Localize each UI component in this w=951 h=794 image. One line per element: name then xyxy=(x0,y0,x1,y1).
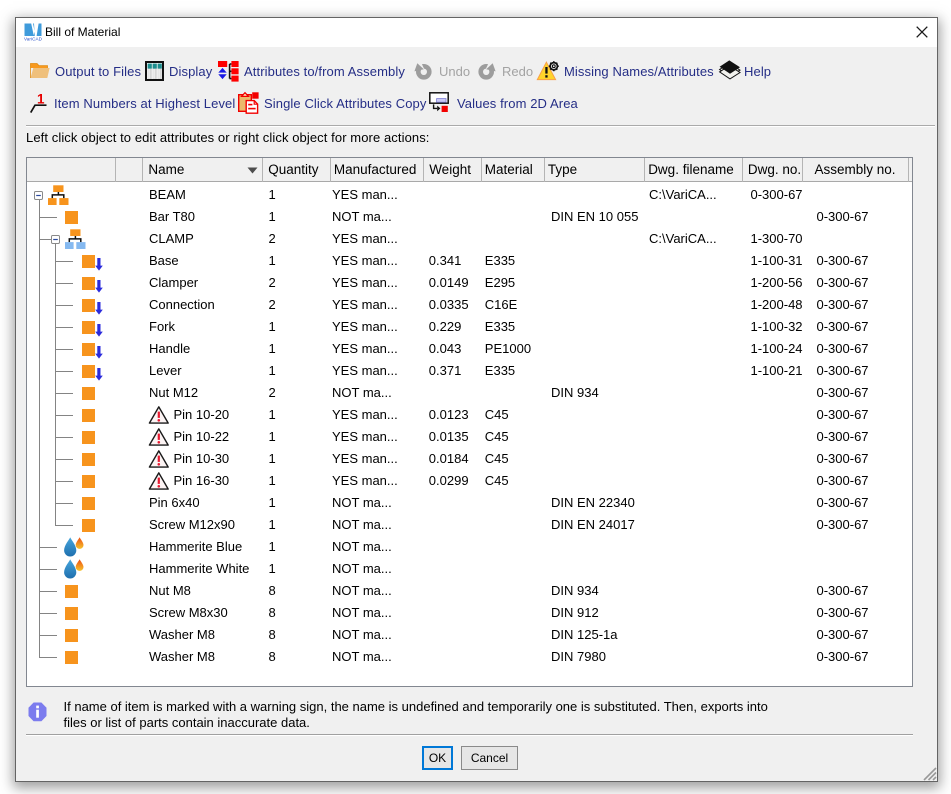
svg-text:VariCAD: VariCAD xyxy=(24,36,43,41)
svg-text:1: 1 xyxy=(37,92,45,107)
